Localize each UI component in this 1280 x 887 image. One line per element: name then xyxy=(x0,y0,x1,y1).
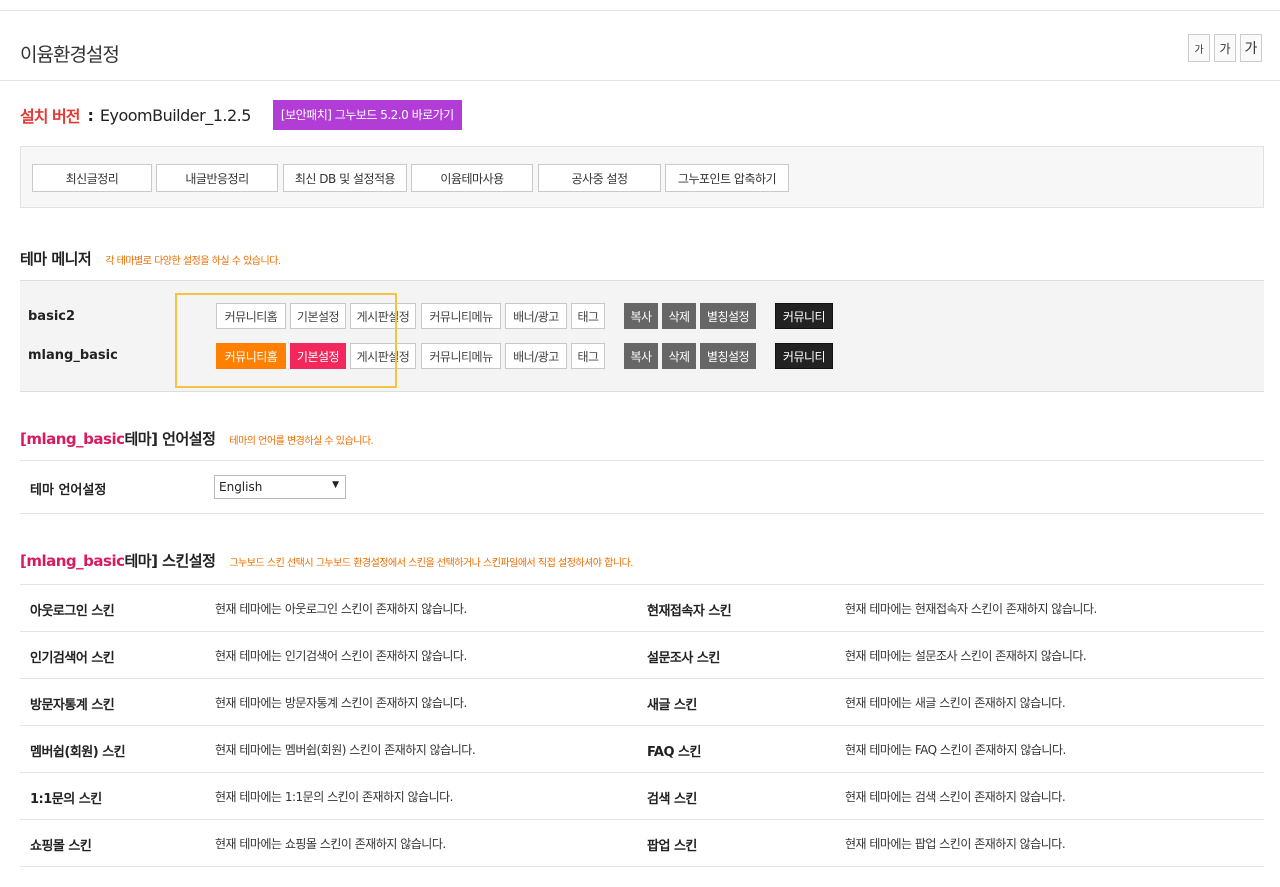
dropdown-arrow-icon: ▼ xyxy=(332,480,339,490)
skin-heading: [mlang_basic 테마] 스킨설정 그누보드 스킨 선택시 그누보드 환… xyxy=(20,550,633,571)
community-home-button[interactable]: 커뮤니티홈 xyxy=(216,303,286,329)
skin-row: 방문자통계 스킨 현재 테마에는 방문자통계 스킨이 존재하지 않습니다. 새글… xyxy=(20,679,1264,726)
use-eyoom-theme-button[interactable]: 이윰테마사용 xyxy=(411,164,533,192)
language-selected-value: English xyxy=(219,480,263,494)
skin-status: 현재 테마에는 검색 스킨이 존재하지 않습니다. xyxy=(845,790,1066,804)
skin-status: 현재 테마에는 쇼핑몰 스킨이 존재하지 않습니다. xyxy=(215,837,446,851)
cleanup-latest-button[interactable]: 최신글정리 xyxy=(32,164,152,192)
skin-row: 아웃로그인 스킨 현재 테마에는 아웃로그인 스킨이 존재하지 않습니다. 현재… xyxy=(20,585,1264,632)
skin-label: 아웃로그인 스킨 xyxy=(30,604,115,619)
language-desc: 테마의 언어를 변경하실 수 있습니다. xyxy=(229,436,374,447)
title-divider xyxy=(0,80,1280,81)
version-row: 설치 버전 : EyoomBuilder_1.2.5 [보안패치] 그누보드 5… xyxy=(20,100,462,130)
banner-ad-button[interactable]: 배너/광고 xyxy=(505,343,567,369)
skin-row: 인기검색어 스킨 현재 테마에는 인기검색어 스킨이 존재하지 않습니다. 설문… xyxy=(20,632,1264,679)
skin-label: 검색 스킨 xyxy=(647,792,697,807)
skin-status: 현재 테마에는 새글 스킨이 존재하지 않습니다. xyxy=(845,696,1066,710)
divider xyxy=(20,460,1264,461)
alias-settings-button[interactable]: 별칭설정 xyxy=(700,343,756,369)
cleanup-reactions-button[interactable]: 내글반응정리 xyxy=(156,164,278,192)
community-link-button[interactable]: 커뮤니티 xyxy=(775,343,833,369)
theme-name: basic2 xyxy=(28,309,76,324)
tag-button[interactable]: 태그 xyxy=(571,303,605,329)
skin-title-theme: [mlang_basic xyxy=(20,552,125,570)
skin-title-rest: 테마] 스킨설정 xyxy=(124,552,216,570)
version-colon: : xyxy=(87,105,94,125)
skin-row: 쇼핑몰 스킨 현재 테마에는 쇼핑몰 스킨이 존재하지 않습니다. 팝업 스킨 … xyxy=(20,820,1264,867)
compress-points-button[interactable]: 그누포인트 압축하기 xyxy=(665,164,789,192)
divider xyxy=(20,513,1264,514)
delete-theme-button[interactable]: 삭제 xyxy=(662,303,696,329)
community-home-button-active[interactable]: 커뮤니티홈 xyxy=(216,343,286,369)
skin-status: 현재 테마에는 멤버쉽(회원) 스킨이 존재하지 않습니다. xyxy=(215,743,476,757)
theme-manager-title: 테마 메니저 xyxy=(20,250,92,268)
language-heading: [mlang_basic 테마] 언어설정 테마의 언어를 변경하실 수 있습니… xyxy=(20,428,374,449)
skin-label: 인기검색어 스킨 xyxy=(30,651,115,666)
security-patch-button[interactable]: [보안패치] 그누보드 5.2.0 바로가기 xyxy=(272,100,462,130)
community-link-button[interactable]: 커뮤니티 xyxy=(775,303,833,329)
version-label: 설치 버전 xyxy=(20,107,80,126)
skin-row: 1:1문의 스킨 현재 테마에는 1:1문의 스킨이 존재하지 않습니다. 검색… xyxy=(20,773,1264,820)
top-divider xyxy=(0,10,1280,11)
skin-label: 현재접속자 스킨 xyxy=(647,604,732,619)
theme-name: mlang_basic xyxy=(28,348,118,363)
skin-label: FAQ 스킨 xyxy=(647,745,701,760)
skin-label: 멤버쉽(회원) 스킨 xyxy=(30,745,126,760)
board-settings-button[interactable]: 게시판설정 xyxy=(350,303,416,329)
alias-settings-button[interactable]: 별칭설정 xyxy=(700,303,756,329)
banner-ad-button[interactable]: 배너/광고 xyxy=(505,303,567,329)
font-size-controls: 가 가 가 xyxy=(1188,34,1262,62)
skin-status: 현재 테마에는 팝업 스킨이 존재하지 않습니다. xyxy=(845,837,1066,851)
page-title: 이윰환경설정 xyxy=(20,44,120,66)
skin-label: 쇼핑몰 스킨 xyxy=(30,839,92,854)
skin-row: 멤버쉽(회원) 스킨 현재 테마에는 멤버쉽(회원) 스킨이 존재하지 않습니다… xyxy=(20,726,1264,773)
theme-list: basic2 커뮤니티홈 기본설정 게시판설정 커뮤니티메뉴 배너/광고 태그 … xyxy=(20,280,1264,392)
skin-label: 설문조사 스킨 xyxy=(647,651,720,666)
skin-label: 방문자통계 스킨 xyxy=(30,698,115,713)
apply-latest-db-button[interactable]: 최신 DB 및 설정적용 xyxy=(283,164,407,192)
skin-status: 현재 테마에는 방문자통계 스킨이 존재하지 않습니다. xyxy=(215,696,467,710)
skin-desc: 그누보드 스킨 선택시 그누보드 환경설정에서 스킨을 선택하거나 스킨파일에서… xyxy=(229,558,633,569)
skin-status: 현재 테마에는 1:1문의 스킨이 존재하지 않습니다. xyxy=(215,790,453,804)
skin-status: 현재 테마에는 현재접속자 스킨이 존재하지 않습니다. xyxy=(845,602,1097,616)
language-select[interactable]: English ▼ xyxy=(214,475,346,499)
delete-theme-button[interactable]: 삭제 xyxy=(662,343,696,369)
maintenance-toolbar: 최신글정리 내글반응정리 최신 DB 및 설정적용 이윰테마사용 공사중 설정 … xyxy=(20,146,1264,208)
skin-status: 현재 테마에는 아웃로그인 스킨이 존재하지 않습니다. xyxy=(215,602,467,616)
board-settings-button[interactable]: 게시판설정 xyxy=(350,343,416,369)
language-title-rest: 테마] 언어설정 xyxy=(124,430,216,448)
language-label: 테마 언어설정 xyxy=(30,483,107,498)
copy-theme-button[interactable]: 복사 xyxy=(624,303,658,329)
basic-settings-button[interactable]: 기본설정 xyxy=(290,303,346,329)
font-size-small-button[interactable]: 가 xyxy=(1188,34,1210,62)
font-size-medium-button[interactable]: 가 xyxy=(1214,34,1236,62)
skin-label: 1:1문의 스킨 xyxy=(30,792,102,807)
community-menu-button[interactable]: 커뮤니티메뉴 xyxy=(421,303,501,329)
skin-status: 현재 테마에는 인기검색어 스킨이 존재하지 않습니다. xyxy=(215,649,467,663)
copy-theme-button[interactable]: 복사 xyxy=(624,343,658,369)
basic-settings-button-active[interactable]: 기본설정 xyxy=(290,343,346,369)
version-value: EyoomBuilder_1.2.5 xyxy=(99,105,252,125)
theme-manager-heading: 테마 메니저 각 테마별로 다양한 설정을 하실 수 있습니다. xyxy=(20,248,281,269)
skin-status: 현재 테마에는 설문조사 스킨이 존재하지 않습니다. xyxy=(845,649,1087,663)
skin-label: 새글 스킨 xyxy=(647,698,697,713)
font-size-large-button[interactable]: 가 xyxy=(1240,34,1262,62)
skin-status: 현재 테마에는 FAQ 스킨이 존재하지 않습니다. xyxy=(845,743,1066,757)
construction-settings-button[interactable]: 공사중 설정 xyxy=(538,164,661,192)
skin-label: 팝업 스킨 xyxy=(647,839,697,854)
tag-button[interactable]: 태그 xyxy=(571,343,605,369)
theme-manager-desc: 각 테마별로 다양한 설정을 하실 수 있습니다. xyxy=(105,256,281,267)
language-title-theme: [mlang_basic xyxy=(20,430,125,448)
community-menu-button[interactable]: 커뮤니티메뉴 xyxy=(421,343,501,369)
